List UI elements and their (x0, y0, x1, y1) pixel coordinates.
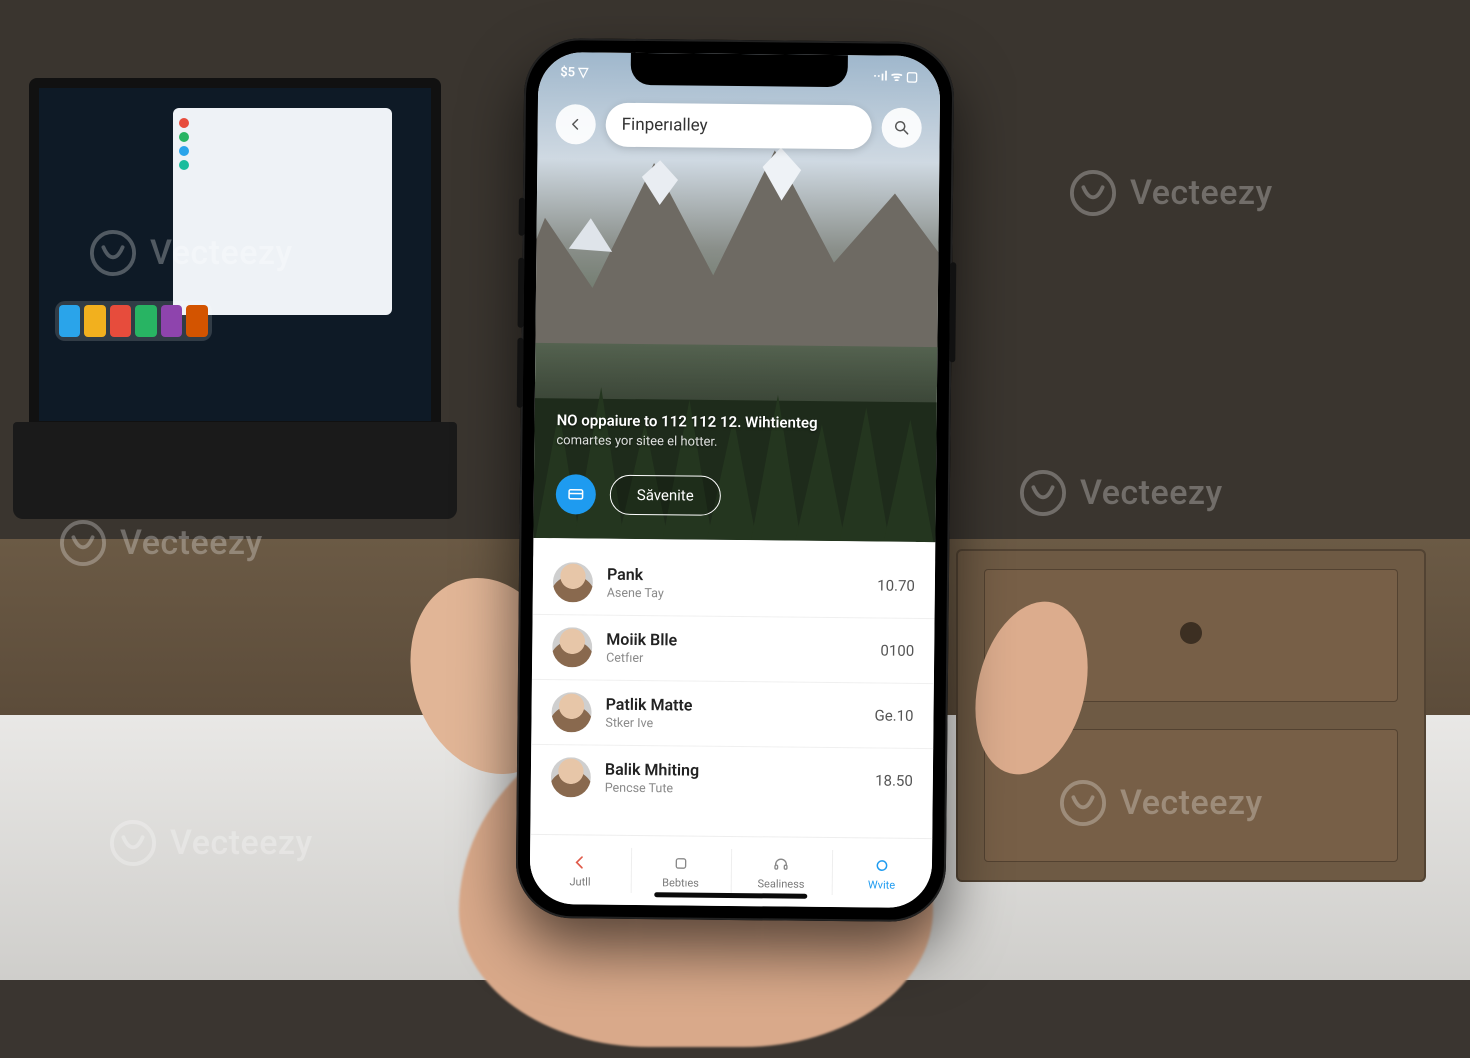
list-item[interactable]: Patlik Matte Stker Ive Ge.10 (531, 679, 934, 748)
tab-item[interactable]: Wvite (831, 838, 932, 908)
hero-actions: Săvenite (556, 474, 721, 516)
status-right: ··ıl ᯤ ▢ (873, 67, 918, 85)
hero-icon-button[interactable] (556, 474, 596, 514)
back-button[interactable] (556, 104, 596, 144)
tab-item[interactable]: Jutll (530, 835, 631, 905)
hand-finger (959, 589, 1105, 786)
save-button-label: Săvenite (637, 486, 694, 505)
phone-notch (631, 53, 848, 87)
chevron-left-icon (569, 117, 583, 131)
list-item-sub: Pencse Tute (605, 780, 861, 798)
avatar (553, 562, 593, 602)
laptop-window (173, 108, 392, 314)
headset-icon (771, 854, 791, 874)
save-button[interactable]: Săvenite (610, 475, 721, 516)
phone-screen: $5 ▽ ··ıl ᯤ ▢ (530, 52, 941, 908)
tab-label: Bebtıes (662, 876, 699, 889)
phone-device: $5 ▽ ··ıl ᯤ ▢ (515, 38, 954, 922)
phone-side-button (949, 262, 956, 362)
hero-caption-line1: NO oppaiure to 112 112 12. Wihtienteg (557, 411, 915, 433)
contacts-list: Pank Asene Tay 10.70 Moiik Blle Cetfıer … (530, 538, 935, 839)
tab-label: Sealiness (757, 877, 804, 890)
list-item-value: 18.50 (875, 771, 913, 789)
search-title: Finperıalley (622, 115, 708, 136)
phone-side-button (518, 258, 525, 328)
laptop-dock (55, 301, 212, 341)
list-item-value: 0100 (880, 641, 914, 659)
search-input[interactable]: Finperıalley (605, 103, 871, 150)
list-item[interactable]: Pank Asene Tay 10.70 (533, 550, 936, 618)
list-item-sub: Stker Ive (605, 715, 860, 733)
drawer-knob (1180, 775, 1202, 797)
list-item-name: Moiik Blle (606, 629, 866, 651)
avatar (551, 757, 591, 797)
list-item-name: Patlik Matte (606, 694, 861, 716)
list-item[interactable]: Balik Mhiting Pencse Tute 18.50 (531, 744, 934, 813)
list-item-sub: Asene Tay (607, 585, 863, 603)
tab-label: Jutll (569, 875, 590, 888)
status-left: $5 ▽ (560, 65, 588, 80)
laptop (29, 78, 441, 519)
chevron-left-icon (570, 852, 590, 872)
search-button[interactable] (881, 108, 921, 148)
search-bar: Finperıalley (555, 100, 921, 152)
laptop-screen (29, 78, 441, 431)
list-item-name: Balik Mhiting (605, 759, 861, 781)
search-icon (893, 119, 911, 137)
hero-caption: NO oppaiure to 112 112 12. Wihtienteg co… (556, 411, 914, 452)
list-item-name: Pank (607, 564, 863, 586)
circle-icon (872, 855, 892, 875)
phone-side-button (517, 338, 524, 408)
card-icon (567, 485, 585, 503)
square-icon (671, 853, 691, 873)
list-item-value: 10.70 (877, 576, 915, 594)
list-item[interactable]: Moiik Blle Cetfıer 0100 (532, 614, 935, 683)
list-item-sub: Cetfıer (606, 650, 866, 668)
avatar (551, 692, 591, 732)
avatar (552, 627, 592, 667)
tab-label: Wvite (868, 878, 895, 891)
list-item-value: Ge.10 (874, 706, 913, 724)
phone-side-button (519, 198, 525, 236)
drawer-knob (1180, 622, 1202, 644)
